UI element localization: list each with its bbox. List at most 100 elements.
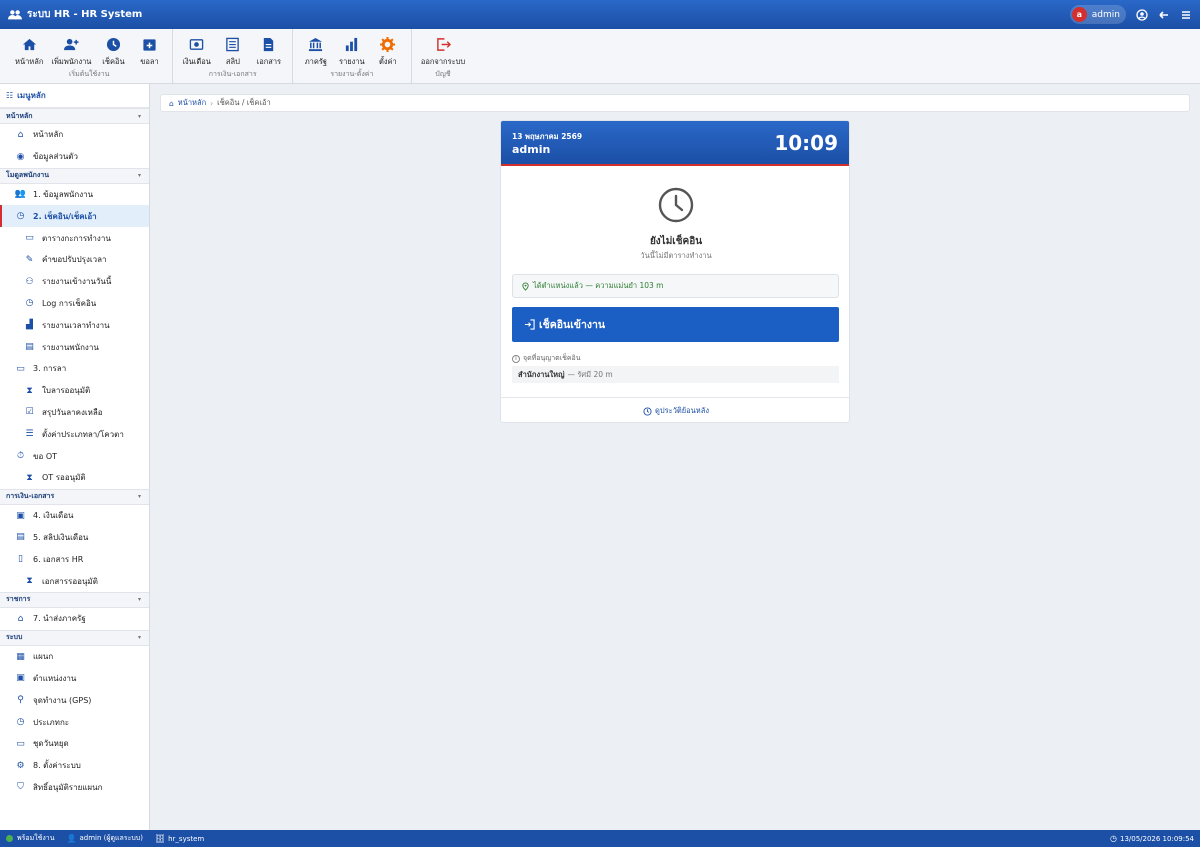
- section-title: โมดูลพนักงาน: [6, 171, 49, 180]
- sidebar-item-checkin[interactable]: ◷ 2. เช็คอิน/เช็คเอ้า: [0, 205, 149, 228]
- home-icon: [22, 38, 36, 51]
- sidebar-item-leave-pending[interactable]: ⧗ ใบลารออนุมัติ: [0, 380, 149, 402]
- map-pin-icon: ⚲: [17, 695, 24, 706]
- document-icon: ▯: [18, 554, 23, 565]
- ribbon-reports-button[interactable]: รายงาน: [335, 37, 369, 68]
- sidebar-item-documents-pending[interactable]: ⧗ เอกสารรออนุมัติ: [0, 570, 149, 592]
- sidebar-item-holidays[interactable]: ▭ ชุดวันหยุด: [0, 733, 149, 755]
- calendar-icon: ▭: [25, 233, 34, 244]
- building-icon: ▦: [16, 651, 25, 662]
- sidebar-item-label: สรุปวันลาคงเหลือ: [42, 407, 103, 417]
- ribbon-leave-label: ขอลา: [140, 57, 159, 66]
- bar-chart-icon: ▟: [26, 320, 33, 331]
- user-menu[interactable]: a admin: [1069, 5, 1126, 24]
- profile-icon[interactable]: [1136, 8, 1148, 21]
- sidebar-section-employee[interactable]: โมดูลพนักงาน ▾: [0, 167, 149, 184]
- sidebar-item-time-adjust[interactable]: ✎ คำขอปรับปรุงเวลา: [0, 249, 149, 271]
- checkin-button[interactable]: เช็คอินเข้างาน: [512, 307, 839, 342]
- status-database-label: hr_system: [168, 834, 205, 843]
- sidebar-item-label: ชุดวันหยุด: [33, 739, 69, 749]
- sidebar-item-ot-request[interactable]: ⏱ ขอ OT: [0, 445, 149, 467]
- checkin-status-subtitle: วันนี้ไม่มีตารางทำงาน: [640, 251, 712, 260]
- ribbon-add-employee-label: เพิ่มพนักงาน: [51, 57, 92, 66]
- title-bar: ระบบ HR - HR System a admin: [0, 0, 1200, 29]
- sidebar-item-government-submit[interactable]: ⌂ 7. นำส่งภาครัฐ: [0, 608, 149, 630]
- history-icon: [643, 406, 652, 416]
- sidebar-section-system[interactable]: ระบบ ▾: [0, 629, 149, 646]
- ribbon-logout-button[interactable]: ออกจากระบบ: [418, 37, 468, 68]
- sidebar-item-ot-pending[interactable]: ⧗ OT รออนุมัติ: [0, 467, 149, 489]
- ribbon-settings-button[interactable]: ตั้งค่า: [371, 37, 405, 68]
- sidebar-item-checkin-log[interactable]: ◷ Log การเช็คอิน: [0, 293, 149, 315]
- sidebar-item-gps-points[interactable]: ⚲ จุดทำงาน (GPS): [0, 689, 149, 711]
- sidebar-item-home[interactable]: ⌂ หน้าหลัก: [0, 124, 149, 146]
- sidebar-item-work-time-report[interactable]: ▟ รายงานเวลาทำงาน: [0, 314, 149, 336]
- ribbon-government-button[interactable]: ภาครัฐ: [299, 37, 333, 68]
- sidebar-item-dept-approvals[interactable]: ⛉ สิทธิ์อนุมัติรายแผนก: [0, 777, 149, 799]
- ribbon-home-button[interactable]: หน้าหลัก: [12, 37, 46, 68]
- sidebar-item-label: รายงานเข้างานวันนี้: [42, 277, 112, 287]
- id-badge-icon: ▣: [16, 673, 25, 684]
- sidebar-item-employees[interactable]: 👥 1. ข้อมูลพนักงาน: [0, 184, 149, 206]
- sidebar-item-hr-documents[interactable]: ▯ 6. เอกสาร HR: [0, 548, 149, 570]
- sidebar-item-label: ตำแหน่งงาน: [33, 673, 77, 683]
- sidebar-item-label: ประเภทกะ: [33, 717, 70, 727]
- ribbon-settings-label: ตั้งค่า: [378, 57, 397, 66]
- sidebar-section-finance[interactable]: การเงิน-เอกสาร ▾: [0, 488, 149, 505]
- sidebar-item-label: 4. เงินเดือน: [33, 511, 74, 521]
- edit-icon: ✎: [25, 254, 34, 265]
- ribbon-documents-button[interactable]: เอกสาร: [252, 37, 286, 68]
- sidebar-item-leave[interactable]: ▭ 3. การลา: [0, 358, 149, 380]
- menu-icon[interactable]: [1180, 9, 1192, 21]
- home-icon: ⌂: [17, 129, 24, 140]
- clock-icon: ◷: [16, 211, 25, 222]
- sidebar-item-label: 7. นำส่งภาครัฐ: [33, 614, 86, 624]
- sidebar-item-departments[interactable]: ▦ แผนก: [0, 646, 149, 668]
- users-icon: 👥: [14, 189, 27, 200]
- sidebar-item-today-attendance[interactable]: ⚇ รายงานเข้างานวันนี้: [0, 271, 149, 293]
- sidebar-item-salary[interactable]: ▣ 4. เงินเดือน: [0, 505, 149, 527]
- ribbon-checkin-button[interactable]: เช็คอิน: [96, 37, 130, 68]
- ribbon-add-employee-button[interactable]: เพิ่มพนักงาน: [48, 37, 94, 68]
- ribbon-salary-label: เงินเดือน: [182, 57, 211, 66]
- sidebar-item-label: เอกสารรออนุมัติ: [42, 576, 98, 586]
- shield-icon: ⛉: [17, 782, 24, 793]
- sidebar-item-profile[interactable]: ◉ ข้อมูลส่วนตัว: [0, 146, 149, 168]
- money-icon: ▣: [16, 510, 25, 521]
- gps-status-text: ได้ตำแหน่งแล้ว — ความแม่นยำ 103 m: [533, 281, 664, 290]
- ribbon-leave-button[interactable]: ขอลา: [132, 37, 166, 68]
- sidebar-item-system-settings[interactable]: ⚙ 8. ตั้งค่าระบบ: [0, 755, 149, 777]
- map-pin-icon: [522, 281, 529, 291]
- sidebar-section-government[interactable]: ราชการ ▾: [0, 591, 149, 608]
- ribbon-slip-button[interactable]: สลิป: [216, 37, 250, 68]
- sidebar-item-payslip[interactable]: ▤ 5. สลิปเงินเดือน: [0, 527, 149, 549]
- sidebar-item-leave-settings[interactable]: ☰ ตั้งค่าประเภทลา/โควตา: [0, 423, 149, 445]
- ribbon-group-finance: เงินเดือน สลิป เอกสาร การเงิน-เอกสาร: [173, 29, 293, 83]
- breadcrumb-home-link[interactable]: หน้าหลัก: [178, 97, 206, 109]
- sidebar-item-label: ตั้งค่าประเภทลา/โควตา: [42, 429, 124, 439]
- bank-icon: [309, 37, 323, 52]
- sidebar-item-employee-report[interactable]: ▤ รายงานพนักงาน: [0, 336, 149, 358]
- sidebar-section-home[interactable]: หน้าหลัก ▾: [0, 108, 149, 124]
- ribbon-salary-button[interactable]: เงินเดือน: [179, 37, 213, 68]
- breadcrumb-separator: ›: [210, 98, 214, 108]
- sidebar-item-label: OT รออนุมัติ: [42, 473, 86, 483]
- sidebar-item-label: ขอ OT: [33, 451, 57, 461]
- breadcrumb: ⌂ หน้าหลัก › เช็คอิน / เช็คเอ้า: [160, 94, 1190, 112]
- status-ready-label: พร้อมใช้งาน: [17, 834, 55, 842]
- ribbon-reports-label: รายงาน: [339, 57, 365, 66]
- sidebar-item-label: จุดทำงาน (GPS): [33, 695, 92, 705]
- sidebar-item-positions[interactable]: ▣ ตำแหน่งงาน: [0, 668, 149, 690]
- hourglass-icon: ⧗: [26, 576, 33, 587]
- sidebar-item-shift-schedule[interactable]: ▭ ตารางกะการทำงาน: [0, 227, 149, 249]
- back-icon[interactable]: [1158, 9, 1170, 21]
- sidebar-item-leave-balance[interactable]: ☑ สรุปวันลาคงเหลือ: [0, 402, 149, 424]
- sidebar-item-shift-types[interactable]: ◷ ประเภทกะ: [0, 711, 149, 733]
- ribbon-group-label: เริ่มต้นใช้งาน: [69, 70, 110, 78]
- chevron-down-icon: ▾: [137, 634, 141, 642]
- status-bar: พร้อมใช้งาน 👤 admin (ผู้ดูแลระบบ) 🗄 hr_sys…: [0, 830, 1200, 847]
- sidebar-item-label: 1. ข้อมูลพนักงาน: [33, 189, 94, 199]
- history-link[interactable]: ดูประวัติย้อนหลัง: [501, 397, 849, 422]
- sidebar: ☷ เมนูหลัก หน้าหลัก ▾ ⌂ หน้าหลัก ◉ ข้อมูลส่…: [0, 84, 150, 830]
- bar-chart-icon: [346, 37, 358, 52]
